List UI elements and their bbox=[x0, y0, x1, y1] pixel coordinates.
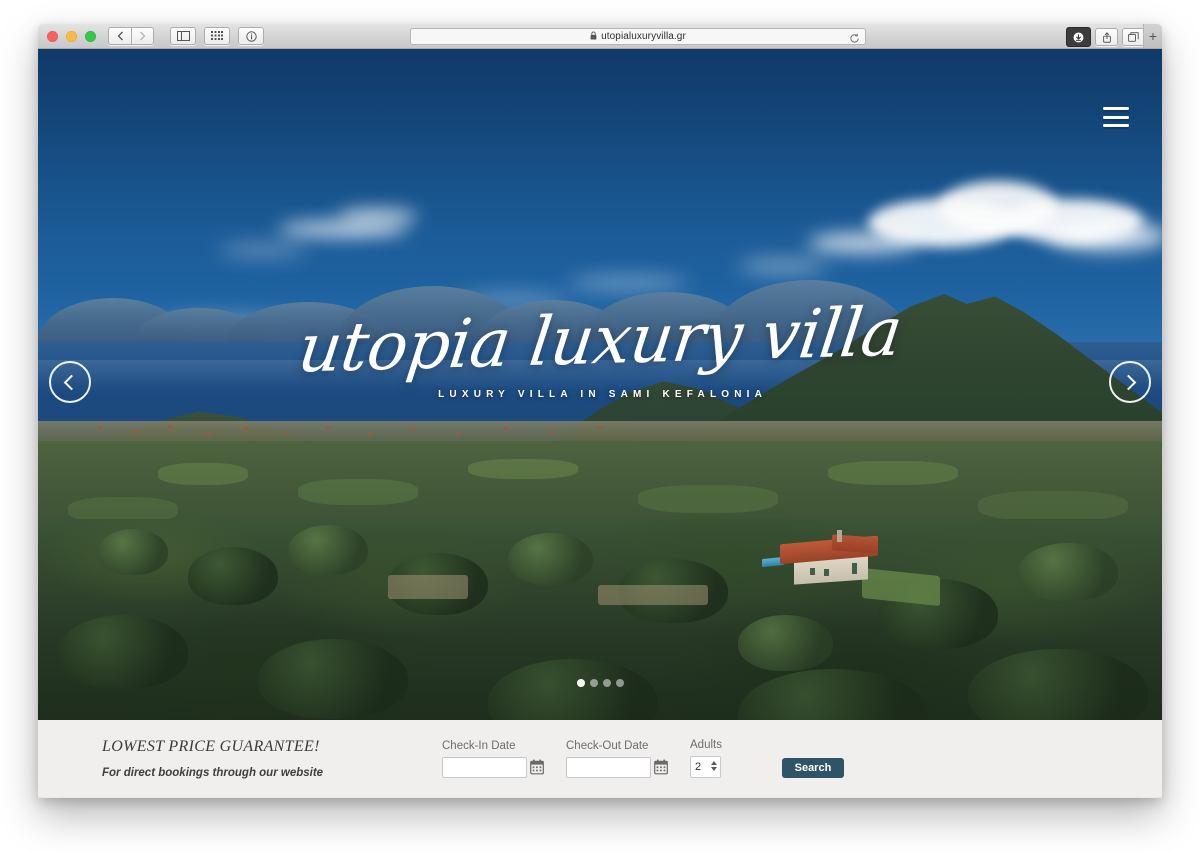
back-button[interactable] bbox=[108, 27, 131, 45]
address-bar[interactable]: utopialuxuryvilla.gr bbox=[410, 28, 866, 45]
promo-subtitle: For direct bookings through our website bbox=[102, 767, 324, 779]
show-tabs-button[interactable] bbox=[1122, 28, 1145, 46]
reload-icon bbox=[850, 33, 859, 43]
close-button[interactable] bbox=[47, 30, 58, 42]
search-button[interactable]: Search bbox=[781, 758, 844, 778]
promo-title: LOWEST PRICE GUARANTEE! bbox=[102, 738, 320, 755]
top-sites-button[interactable] bbox=[204, 27, 230, 45]
adults-group: Adults 2 bbox=[690, 739, 722, 778]
grid-icon bbox=[211, 31, 223, 40]
cloud bbox=[278, 221, 408, 237]
tabs-icon bbox=[1128, 32, 1139, 42]
cloud bbox=[1048, 221, 1162, 251]
download-icon bbox=[1073, 32, 1084, 42]
forward-button[interactable] bbox=[131, 27, 154, 45]
cloud bbox=[218, 245, 308, 255]
screen: utopialuxuryvilla.gr + utopia luxury vil… bbox=[0, 0, 1200, 851]
calendar-icon[interactable] bbox=[530, 759, 544, 780]
hamburger-menu-icon[interactable] bbox=[1103, 107, 1129, 127]
chevron-left-icon bbox=[63, 374, 80, 390]
adults-label: Adults bbox=[690, 739, 722, 751]
adults-input[interactable]: 2 bbox=[690, 756, 721, 778]
booking-fields: Check-In Date Check-Out Date Adults 2 Se… bbox=[442, 739, 844, 778]
browser-toolbar: utopialuxuryvilla.gr + bbox=[38, 24, 1162, 49]
sidebar-icon bbox=[176, 31, 190, 41]
carousel-dot-2[interactable] bbox=[589, 679, 598, 687]
minimize-button[interactable] bbox=[66, 30, 77, 42]
chevron-left-icon bbox=[117, 31, 123, 41]
spinner-down-icon[interactable] bbox=[711, 767, 717, 771]
cloud bbox=[338, 209, 418, 223]
carousel-dot-4[interactable] bbox=[615, 679, 624, 687]
url-text: utopialuxuryvilla.gr bbox=[601, 30, 686, 42]
checkin-label: Check-In Date bbox=[442, 740, 516, 752]
chevron-right-icon bbox=[1120, 374, 1137, 390]
checkout-input[interactable] bbox=[566, 757, 651, 778]
cloud bbox=[808, 233, 918, 253]
sidebar-button[interactable] bbox=[170, 27, 196, 45]
calendar-icon[interactable] bbox=[654, 759, 668, 780]
downloads-button[interactable] bbox=[1066, 27, 1091, 47]
adults-value: 2 bbox=[695, 761, 702, 773]
maximize-button[interactable] bbox=[85, 30, 96, 42]
carousel-next-button[interactable] bbox=[1109, 361, 1151, 403]
reader-info-button[interactable] bbox=[238, 27, 264, 45]
share-button[interactable] bbox=[1095, 28, 1118, 46]
new-tab-button[interactable]: + bbox=[1143, 24, 1162, 48]
carousel-dots bbox=[38, 679, 1162, 687]
info-icon bbox=[245, 30, 257, 42]
toolbar-right-buttons bbox=[1066, 27, 1145, 47]
web-page: utopia luxury villa LUXURY VILLA IN SAMI… bbox=[38, 49, 1162, 797]
foreground-forest bbox=[38, 519, 1162, 720]
navigation-buttons bbox=[108, 27, 158, 45]
carousel-dot-3[interactable] bbox=[602, 679, 611, 687]
share-icon bbox=[1102, 31, 1111, 43]
lock-icon bbox=[590, 31, 597, 43]
reload-button[interactable] bbox=[849, 31, 860, 49]
booking-bar: LOWEST PRICE GUARANTEE! For direct booki… bbox=[38, 720, 1162, 797]
hero-slider: utopia luxury villa LUXURY VILLA IN SAMI… bbox=[38, 49, 1162, 720]
checkin-group: Check-In Date bbox=[442, 740, 546, 778]
checkout-label: Check-Out Date bbox=[566, 740, 649, 752]
carousel-dot-1[interactable] bbox=[576, 679, 585, 687]
chevron-right-icon bbox=[140, 31, 146, 41]
promo-block: LOWEST PRICE GUARANTEE! For direct booki… bbox=[102, 738, 442, 779]
checkout-group: Check-Out Date bbox=[566, 740, 670, 778]
browser-window: utopialuxuryvilla.gr + utopia luxury vil… bbox=[38, 24, 1162, 798]
checkin-input[interactable] bbox=[442, 757, 527, 778]
window-controls bbox=[47, 30, 96, 42]
address-text: utopialuxuryvilla.gr bbox=[590, 31, 686, 43]
carousel-prev-button[interactable] bbox=[49, 361, 91, 403]
spinner-up-icon[interactable] bbox=[711, 761, 717, 765]
number-spinner[interactable] bbox=[711, 761, 717, 771]
